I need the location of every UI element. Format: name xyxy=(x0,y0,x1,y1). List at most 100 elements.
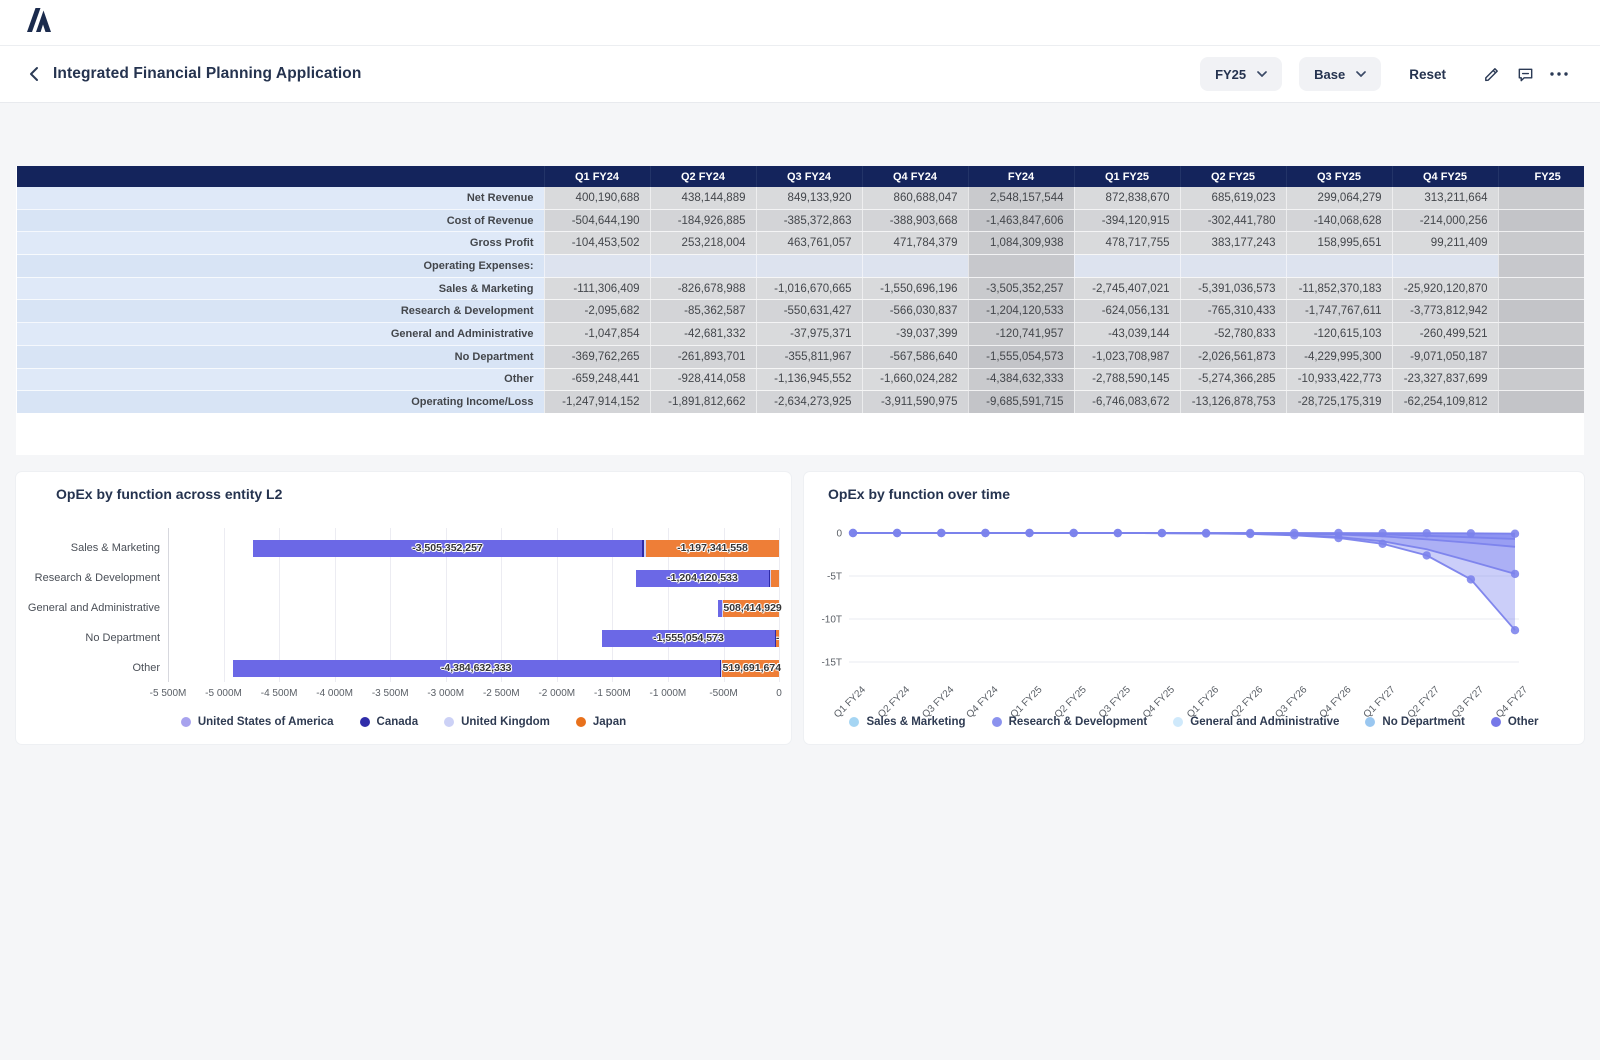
grid-cell[interactable]: -1,016,670,665 xyxy=(756,277,862,300)
data-point[interactable] xyxy=(937,529,945,537)
grid-cell[interactable]: -9,685,591,715 xyxy=(968,391,1074,414)
grid-cell[interactable]: -104,453,502 xyxy=(544,232,650,255)
grid-cell[interactable]: 872,838,670 xyxy=(1074,187,1180,209)
grid-cell[interactable]: -355,811,967 xyxy=(756,345,862,368)
grid-cell[interactable]: -1,204,120,533 xyxy=(968,300,1074,323)
grid-cell[interactable]: -369,762,265 xyxy=(544,345,650,368)
grid-cell[interactable]: 478,717,755 xyxy=(1074,232,1180,255)
grid-cell[interactable]: -1,550,696,196 xyxy=(862,277,968,300)
grid-cell[interactable]: -13,126,878,753 xyxy=(1180,391,1286,414)
grid-cell[interactable]: -120,615,103 xyxy=(1286,323,1392,346)
bar-row[interactable]: -1,197,341,558-3,505,352,257 xyxy=(168,540,779,557)
grid-cell[interactable]: -3,773,812,942 xyxy=(1392,300,1498,323)
bar-segment[interactable] xyxy=(644,540,646,557)
data-point[interactable] xyxy=(849,529,857,537)
grid-cell[interactable]: 860,688,047 xyxy=(862,187,968,209)
row-label[interactable]: Research & Development xyxy=(17,300,545,323)
grid-cell[interactable]: -25,920,120,870 xyxy=(1392,277,1498,300)
grid-cell[interactable] xyxy=(1180,255,1286,278)
grid-cell[interactable]: -260,499,521 xyxy=(1392,323,1498,346)
grid-cell[interactable]: -39,037,399 xyxy=(862,323,968,346)
edit-pencil-icon[interactable] xyxy=(1478,61,1504,87)
grid-cell[interactable]: -23,327,837,699 xyxy=(1392,368,1498,391)
data-point[interactable] xyxy=(1202,529,1210,537)
bar-row[interactable]: --1,555,054,573 xyxy=(168,630,779,647)
grid-cell[interactable]: 2,548,157,544 xyxy=(968,187,1074,209)
grid-cell[interactable]: -52,780,833 xyxy=(1180,323,1286,346)
data-point[interactable] xyxy=(1467,575,1475,583)
period-selector[interactable]: FY25 xyxy=(1200,57,1282,91)
version-selector[interactable]: Base xyxy=(1299,57,1381,91)
grid-cell[interactable] xyxy=(1392,255,1498,278)
data-point[interactable] xyxy=(1511,570,1519,578)
grid-cell[interactable]: -302,441,780 xyxy=(1180,209,1286,232)
grid-cell[interactable]: -6,910,94 xyxy=(1498,300,1584,323)
row-label[interactable]: Cost of Revenue xyxy=(17,209,545,232)
grid-cell[interactable]: 685,619,023 xyxy=(1180,187,1286,209)
grid-cell[interactable]: -1,660,024,282 xyxy=(862,368,968,391)
grid-cell[interactable]: -5,391,036,573 xyxy=(1180,277,1286,300)
grid-cell[interactable] xyxy=(862,255,968,278)
grid-cell[interactable]: -1,047,854 xyxy=(544,323,650,346)
bar-row[interactable]: -1,204,120,533 xyxy=(168,570,779,587)
grid-cell[interactable]: -4,384,632,333 xyxy=(968,368,1074,391)
grid-cell[interactable]: -3,505,352,257 xyxy=(968,277,1074,300)
grid-cell[interactable]: -2,095,682 xyxy=(544,300,650,323)
column-header[interactable]: Q2 FY25 xyxy=(1180,166,1286,187)
legend-item[interactable]: Japan xyxy=(576,716,626,728)
more-options-icon[interactable] xyxy=(1546,61,1572,87)
grid-cell[interactable]: -43,039,144 xyxy=(1074,323,1180,346)
grid-cell[interactable]: 1,084,309,938 xyxy=(968,232,1074,255)
column-header[interactable]: Q3 FY24 xyxy=(756,166,862,187)
grid-cell[interactable] xyxy=(756,255,862,278)
column-header[interactable]: Q1 FY24 xyxy=(544,166,650,187)
grid-cell[interactable]: -140,068,628 xyxy=(1286,209,1392,232)
grid-cell[interactable] xyxy=(650,255,756,278)
bar-segment[interactable] xyxy=(721,660,722,677)
grid-cell[interactable]: -16,351,31 xyxy=(1498,345,1584,368)
legend-item[interactable]: Research & Development xyxy=(992,716,1148,728)
grid-cell[interactable]: -826,678,988 xyxy=(650,277,756,300)
grid-cell[interactable]: -928,414,058 xyxy=(650,368,756,391)
grid-cell[interactable]: -2,634,273,925 xyxy=(756,391,862,414)
line-chart-plot[interactable]: 0-5T-10T-15TQ1 FY24Q2 FY24Q3 FY24Q4 FY24… xyxy=(804,522,1564,722)
grid-cell[interactable]: -1,555,054,573 xyxy=(968,345,1074,368)
grid-cell[interactable]: -37,975,371 xyxy=(756,323,862,346)
legend-item[interactable]: Sales & Marketing xyxy=(849,716,965,728)
grid-cell[interactable]: 2,170,73 xyxy=(1498,187,1584,209)
grid-cell[interactable]: -394,120,915 xyxy=(1074,209,1180,232)
bar-segment[interactable] xyxy=(718,600,722,617)
column-header[interactable]: Q3 FY25 xyxy=(1286,166,1392,187)
bar-segment[interactable] xyxy=(769,570,770,587)
legend-item[interactable]: United Kingdom xyxy=(444,716,550,728)
row-label[interactable]: Gross Profit xyxy=(17,232,545,255)
back-button[interactable] xyxy=(28,66,40,82)
grid-cell[interactable] xyxy=(1286,255,1392,278)
grid-cell[interactable]: 299,064,279 xyxy=(1286,187,1392,209)
grid-cell[interactable] xyxy=(544,255,650,278)
grid-cell[interactable]: -476,93 xyxy=(1498,323,1584,346)
grid-cell[interactable]: -261,893,701 xyxy=(650,345,756,368)
grid-cell[interactable]: -184,926,885 xyxy=(650,209,756,232)
legend-item[interactable]: Other xyxy=(1491,716,1539,728)
bar-row[interactable]: -508,414,929 xyxy=(168,600,779,617)
grid-cell[interactable]: -1,891,812,662 xyxy=(650,391,756,414)
grid-cell[interactable]: -62,254,109,812 xyxy=(1392,391,1498,414)
reset-button[interactable]: Reset xyxy=(1409,67,1446,82)
data-point[interactable] xyxy=(1511,530,1519,538)
data-point[interactable] xyxy=(893,529,901,537)
grid-cell[interactable]: -1,023,708,987 xyxy=(1074,345,1180,368)
column-header[interactable]: Q2 FY24 xyxy=(650,166,756,187)
row-label[interactable]: No Department xyxy=(17,345,545,368)
grid-cell[interactable]: -9,071,050,187 xyxy=(1392,345,1498,368)
grid-cell[interactable]: -1,247,914,152 xyxy=(544,391,650,414)
data-point[interactable] xyxy=(1511,626,1519,634)
row-label[interactable]: Operating Expenses: xyxy=(17,255,545,278)
row-label[interactable]: General and Administrative xyxy=(17,323,545,346)
column-header[interactable]: FY24 xyxy=(968,166,1074,187)
grid-cell[interactable]: -567,586,640 xyxy=(862,345,968,368)
grid-cell[interactable]: -5,274,366,285 xyxy=(1180,368,1286,391)
grid-cell[interactable]: 253,218,004 xyxy=(650,232,756,255)
data-point[interactable] xyxy=(1378,529,1386,537)
grid-cell[interactable]: -110,852,24 xyxy=(1498,391,1584,414)
